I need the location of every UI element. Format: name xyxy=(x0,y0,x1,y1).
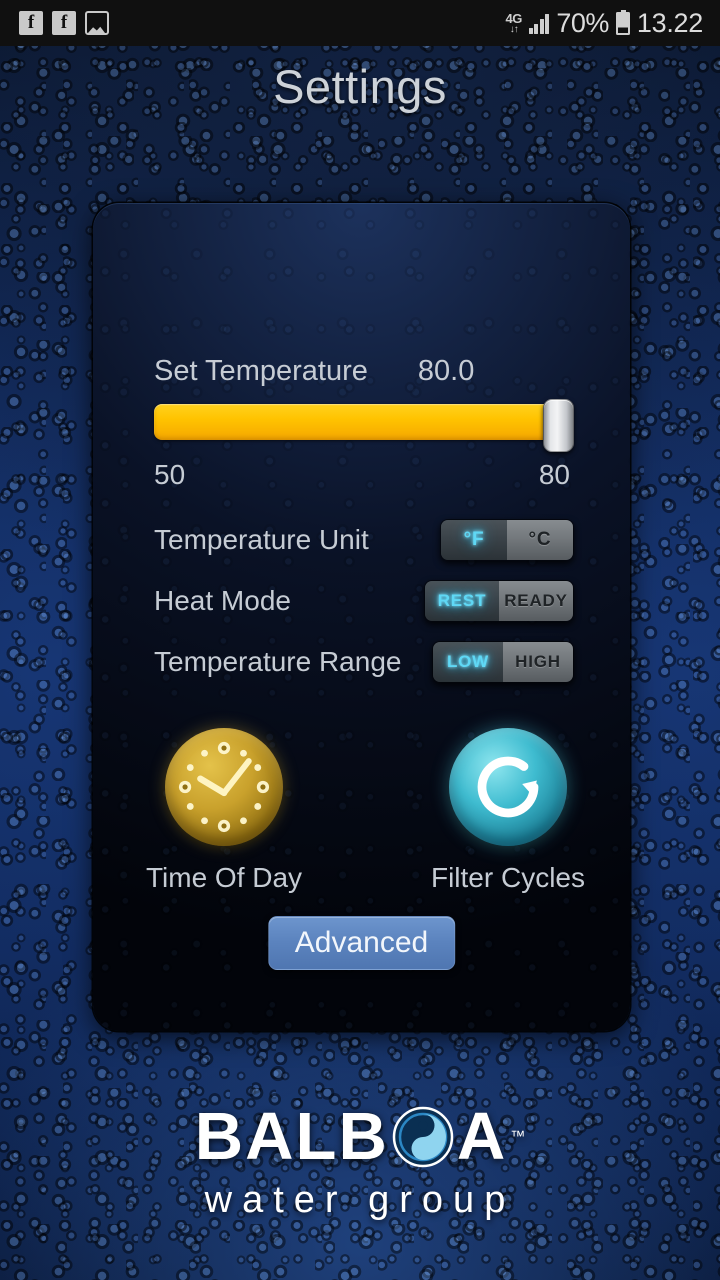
balboa-wordmark: BALB A ™ xyxy=(195,1098,525,1175)
heat-mode-option-rest[interactable]: REST xyxy=(425,581,499,621)
set-temperature-value: 80.0 xyxy=(417,355,475,387)
temperature-unit-row: Temperature Unit °F °C xyxy=(154,518,574,562)
heat-mode-option-ready[interactable]: READY xyxy=(499,581,573,621)
slider-max-label: 80 xyxy=(538,459,570,490)
temperature-unit-option-celsius[interactable]: °C xyxy=(507,520,573,560)
filter-cycles-button[interactable]: Filter Cycles xyxy=(413,728,603,894)
refresh-icon[interactable] xyxy=(449,728,567,846)
time-of-day-label: Time Of Day xyxy=(145,862,303,893)
temperature-range-toggle[interactable]: LOW HIGH xyxy=(432,641,574,683)
set-temperature-row: Set Temperature 80.0 xyxy=(154,355,582,388)
temperature-range-option-high[interactable]: HIGH xyxy=(503,642,573,682)
balboa-water-drop-icon xyxy=(391,1105,455,1169)
clock-icon[interactable] xyxy=(165,728,283,846)
gallery-icon xyxy=(85,11,109,35)
advanced-button[interactable]: Advanced xyxy=(267,916,456,970)
status-bar: f f 4G ↓↑ 70% 13.22 xyxy=(0,0,720,46)
slider-thumb[interactable] xyxy=(543,399,574,452)
battery-icon xyxy=(615,9,630,35)
page-title: Settings xyxy=(273,60,447,113)
heat-mode-row: Heat Mode REST READY xyxy=(154,579,574,623)
set-temperature-label: Set Temperature xyxy=(154,355,368,387)
temperature-unit-toggle[interactable]: °F °C xyxy=(440,519,574,561)
temperature-unit-option-fahrenheit[interactable]: °F xyxy=(441,520,507,560)
set-temperature-slider[interactable] xyxy=(154,399,574,452)
app-screen: f f 4G ↓↑ 70% 13.22 Settings Set Tempera… xyxy=(0,0,720,1280)
clock-label: 13.22 xyxy=(636,7,703,38)
balboa-wordmark-part1: BALB xyxy=(194,1099,389,1174)
status-bar-system: 4G ↓↑ 70% 13.22 xyxy=(506,8,720,39)
balboa-logo: BALB A ™ water group xyxy=(0,1098,720,1222)
shortcut-buttons: Time Of Day Filter Cycles xyxy=(93,728,630,908)
time-of-day-button[interactable]: Time Of Day xyxy=(129,728,319,894)
settings-panel: Set Temperature 80.0 50 80 Temperature U… xyxy=(93,203,630,1031)
network-type-indicator: 4G ↓↑ xyxy=(505,10,523,35)
slider-min-label: 50 xyxy=(154,459,186,490)
balboa-wordmark-part2: A xyxy=(456,1099,508,1174)
heat-mode-label: Heat Mode xyxy=(154,585,291,616)
status-bar-notifications: f f xyxy=(0,11,109,35)
temperature-range-row: Temperature Range LOW HIGH xyxy=(154,640,574,684)
heat-mode-toggle[interactable]: REST READY xyxy=(424,580,574,622)
trademark-symbol: ™ xyxy=(510,1128,526,1145)
facebook-icon: f xyxy=(19,11,43,35)
balboa-tagline: water group xyxy=(204,1179,516,1221)
filter-cycles-label: Filter Cycles xyxy=(430,862,585,893)
signal-strength-icon xyxy=(528,12,550,34)
battery-percent-label: 70% xyxy=(556,7,609,38)
temperature-range-label: Temperature Range xyxy=(154,646,402,677)
temperature-range-option-low[interactable]: LOW xyxy=(433,642,503,682)
facebook-icon: f xyxy=(52,11,76,35)
temperature-unit-label: Temperature Unit xyxy=(154,524,369,555)
slider-track[interactable] xyxy=(154,404,570,440)
